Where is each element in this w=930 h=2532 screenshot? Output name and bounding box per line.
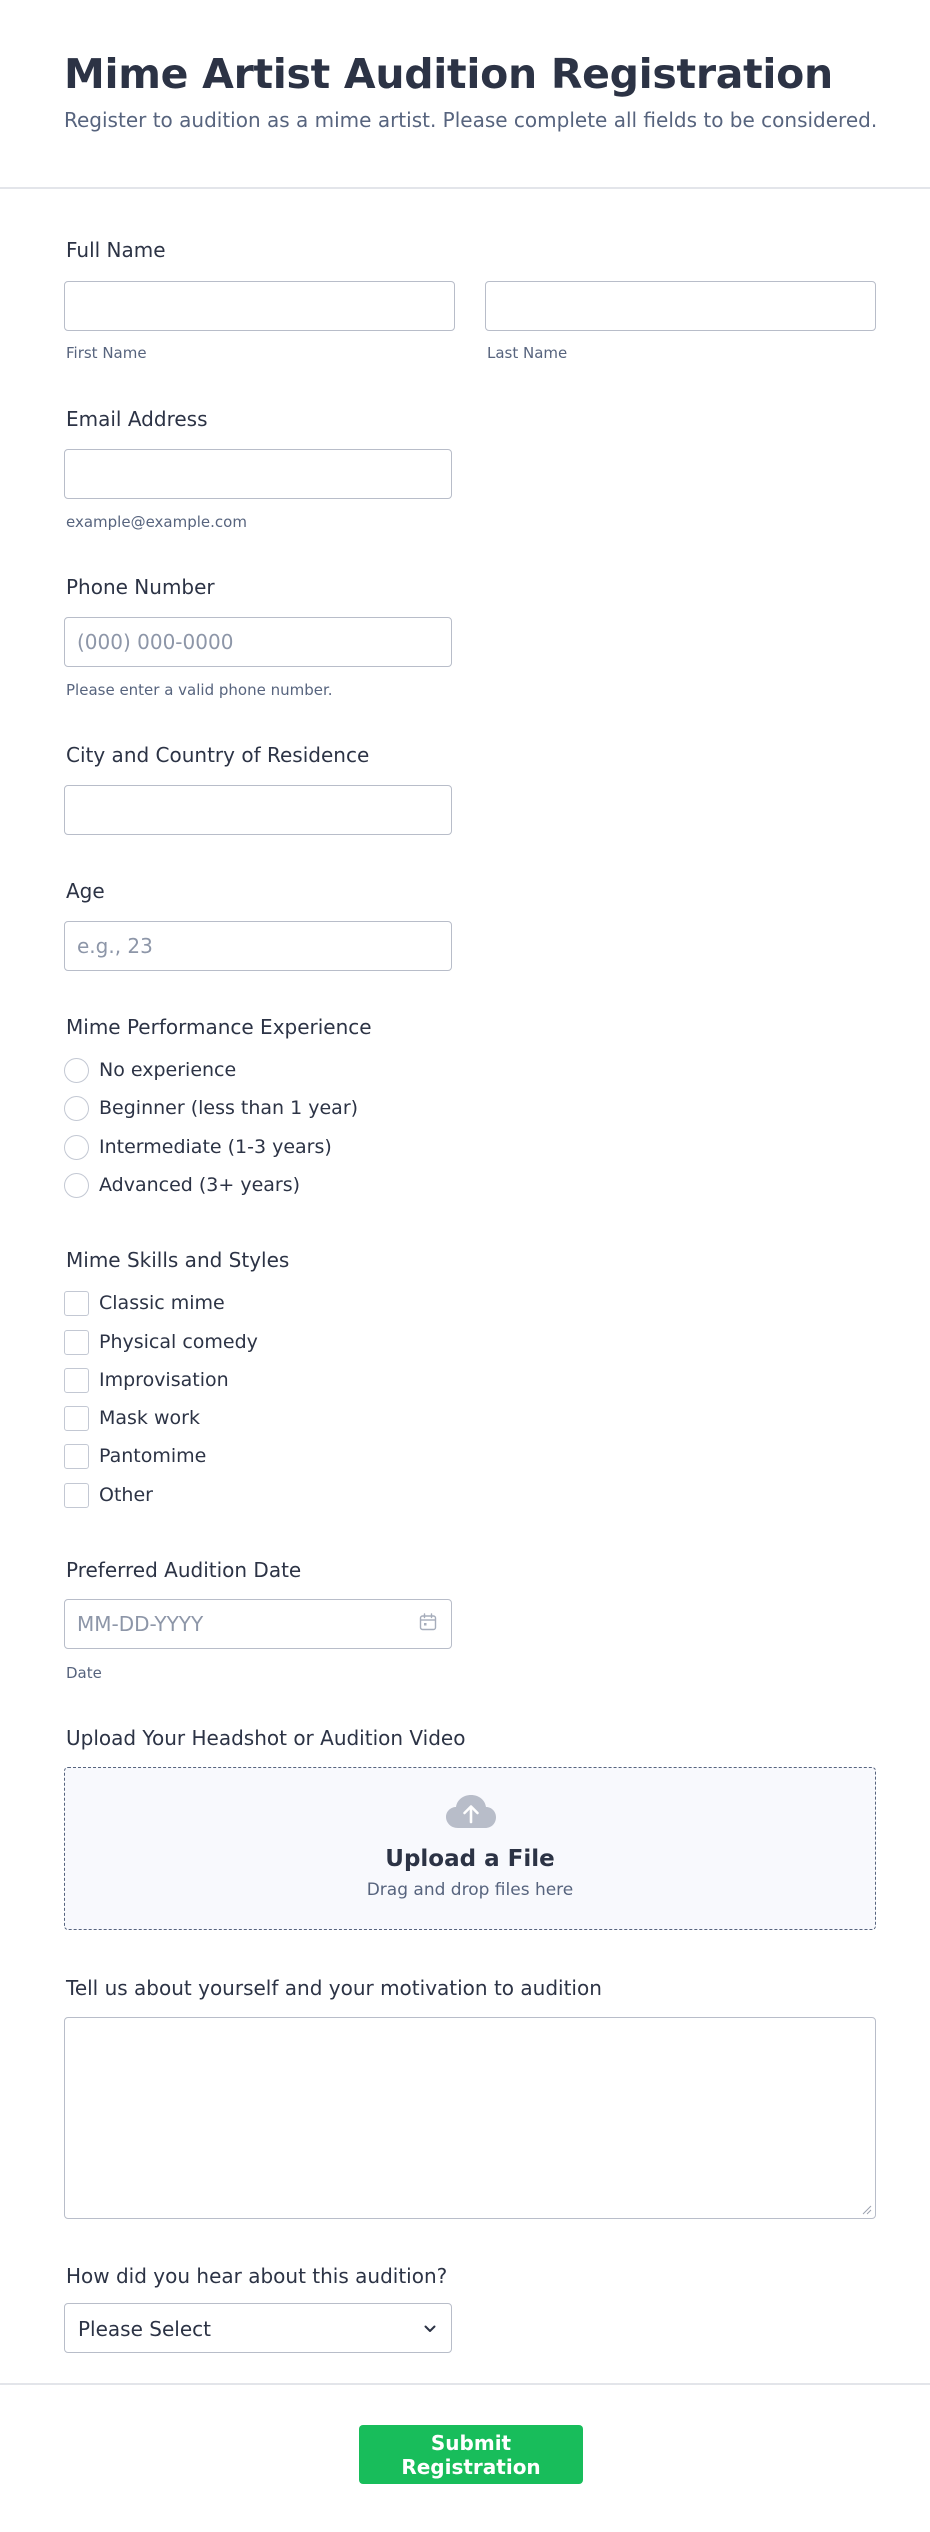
form-title: Mime Artist Audition Registration <box>64 50 833 98</box>
referral-selected-value: Please Select <box>78 2317 211 2341</box>
radio-button[interactable] <box>64 1057 89 1083</box>
experience-label: Mime Performance Experience <box>66 1015 372 1039</box>
age-label: Age <box>66 879 105 903</box>
audition-date-label: Preferred Audition Date <box>66 1558 302 1582</box>
radio-button[interactable] <box>64 1172 89 1198</box>
last-name-input[interactable] <box>485 281 876 331</box>
last-name-sublabel: Last Name <box>487 344 568 362</box>
radio-label: Advanced (3+ years) <box>99 1174 301 1196</box>
skill-option-physical-comedy[interactable]: Physical comedy <box>64 1327 258 1357</box>
form-footer: Submit Registration <box>0 2383 930 2532</box>
motivation-label: Tell us about yourself and your motivati… <box>66 1976 602 2000</box>
checkbox-label: Classic mime <box>99 1292 225 1314</box>
checkbox[interactable] <box>64 1482 89 1508</box>
skill-option-pantomime[interactable]: Pantomime <box>64 1441 206 1471</box>
checkbox[interactable] <box>64 1290 89 1316</box>
form-subtitle: Register to audition as a mime artist. P… <box>64 108 878 132</box>
form-header: Mime Artist Audition Registration Regist… <box>0 0 930 189</box>
upload-title: Upload a File <box>385 1846 555 1872</box>
skill-option-improvisation[interactable]: Improvisation <box>64 1365 229 1395</box>
calendar-icon[interactable] <box>418 1612 438 1632</box>
checkbox[interactable] <box>64 1329 89 1355</box>
phone-input[interactable] <box>64 617 452 667</box>
resize-grip-icon[interactable] <box>860 2203 872 2215</box>
chevron-down-icon <box>424 2325 436 2332</box>
motivation-textarea[interactable] <box>64 2017 876 2219</box>
radio-label: Intermediate (1-3 years) <box>99 1136 332 1158</box>
checkbox-label: Physical comedy <box>99 1331 258 1353</box>
checkbox-label: Mask work <box>99 1407 200 1429</box>
radio-button[interactable] <box>64 1095 89 1121</box>
upload-label: Upload Your Headshot or Audition Video <box>66 1726 466 1750</box>
first-name-input[interactable] <box>64 281 455 331</box>
experience-option-none[interactable]: No experience <box>64 1055 236 1085</box>
age-input[interactable] <box>64 921 452 971</box>
checkbox[interactable] <box>64 1443 89 1469</box>
audition-date-sublabel: Date <box>66 1664 102 1682</box>
cloud-upload-icon <box>446 1795 496 1828</box>
radio-label: Beginner (less than 1 year) <box>99 1097 359 1119</box>
skill-option-other[interactable]: Other <box>64 1480 153 1510</box>
experience-option-beginner[interactable]: Beginner (less than 1 year) <box>64 1093 358 1123</box>
skill-option-mask-work[interactable]: Mask work <box>64 1403 200 1433</box>
checkbox-label: Improvisation <box>99 1369 229 1391</box>
email-input[interactable] <box>64 449 452 499</box>
file-upload-dropzone[interactable]: Upload a File Drag and drop files here <box>64 1767 876 1930</box>
skills-label: Mime Skills and Styles <box>66 1248 290 1272</box>
checkbox-label: Pantomime <box>99 1445 207 1467</box>
skill-option-classic-mime[interactable]: Classic mime <box>64 1288 225 1318</box>
email-sublabel: example@example.com <box>66 513 247 531</box>
radio-button[interactable] <box>64 1134 89 1160</box>
full-name-label: Full Name <box>66 238 166 262</box>
residence-input[interactable] <box>64 785 452 835</box>
checkbox-label: Other <box>99 1484 153 1506</box>
first-name-sublabel: First Name <box>66 344 147 362</box>
experience-option-advanced[interactable]: Advanced (3+ years) <box>64 1170 300 1200</box>
submit-button[interactable]: Submit Registration <box>359 2425 583 2484</box>
radio-label: No experience <box>99 1059 237 1081</box>
phone-label: Phone Number <box>66 575 215 599</box>
residence-label: City and Country of Residence <box>66 743 370 767</box>
checkbox[interactable] <box>64 1405 89 1431</box>
referral-select[interactable]: Please Select <box>64 2303 452 2353</box>
upload-hint: Drag and drop files here <box>366 1880 574 1900</box>
referral-label: How did you hear about this audition? <box>66 2264 448 2288</box>
email-label: Email Address <box>66 407 208 431</box>
experience-option-intermediate[interactable]: Intermediate (1-3 years) <box>64 1132 332 1162</box>
phone-sublabel: Please enter a valid phone number. <box>66 681 333 699</box>
audition-date-input[interactable] <box>64 1599 452 1649</box>
checkbox[interactable] <box>64 1367 89 1393</box>
